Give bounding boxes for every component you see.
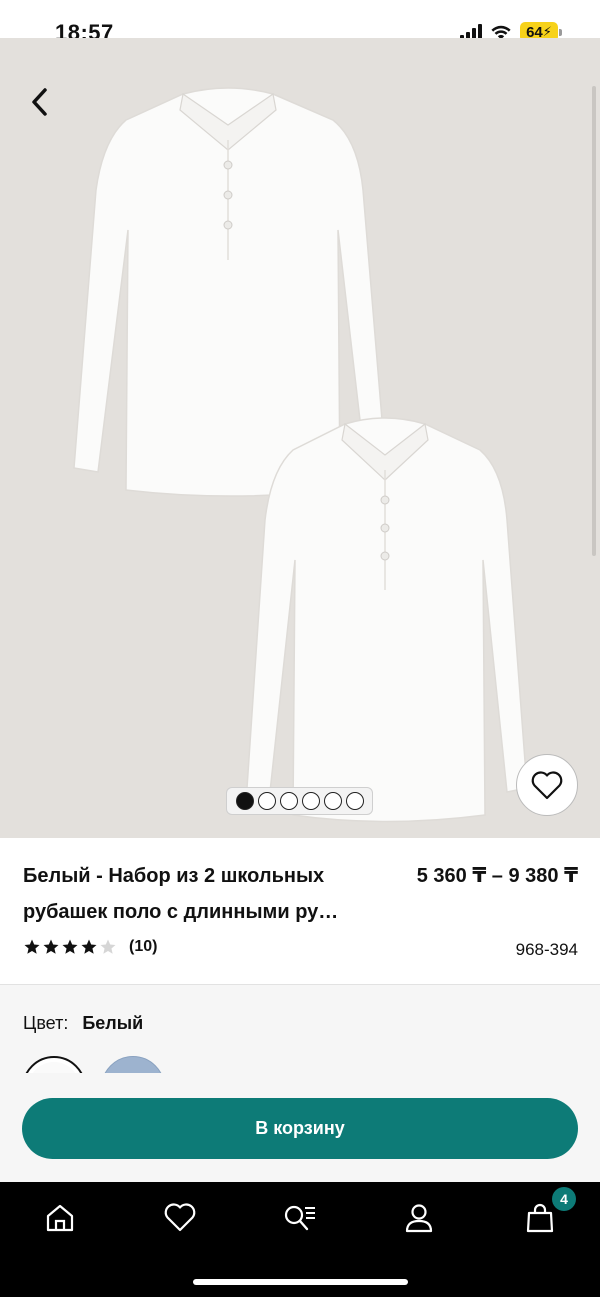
star-icon	[100, 939, 116, 954]
search-list-icon	[284, 1205, 315, 1231]
pager-dot[interactable]	[345, 792, 364, 810]
star-icon	[24, 939, 40, 954]
star-icon	[43, 939, 59, 954]
heart-icon	[531, 771, 563, 800]
product-title: Белый - Набор из 2 школьных рубашек поло…	[23, 858, 383, 930]
product-image-shirt-2	[246, 417, 528, 823]
nav-favorites[interactable]	[156, 1194, 204, 1242]
product-sku: 968-394	[515, 940, 578, 959]
nav-profile[interactable]	[395, 1194, 443, 1242]
add-to-cart-button[interactable]: В корзину	[22, 1098, 578, 1159]
color-swatches	[0, 1050, 600, 1073]
nav-catalog-search[interactable]	[276, 1194, 324, 1242]
chevron-left-icon	[32, 88, 47, 116]
home-indicator	[193, 1279, 408, 1285]
cart-badge: 4	[552, 1187, 576, 1211]
star-icon	[81, 939, 97, 954]
bottom-navigation	[0, 1182, 600, 1297]
color-selector: Цвет: Белый	[23, 1013, 143, 1034]
rating-count: (10)	[129, 938, 158, 955]
pager-dot[interactable]	[279, 792, 298, 810]
status-bar: 18:57 64 ⚡	[0, 0, 600, 45]
home-icon	[46, 1204, 74, 1232]
bag-icon	[526, 1203, 554, 1233]
profile-icon	[405, 1204, 433, 1233]
swatch-blue[interactable]	[101, 1056, 165, 1073]
product-image-gallery[interactable]	[0, 38, 600, 838]
product-title-line-2: рубашек поло с длинными ру…	[23, 901, 339, 923]
color-value: Белый	[82, 1013, 144, 1033]
pager-dot[interactable]	[323, 792, 342, 810]
nav-home[interactable]	[36, 1194, 84, 1242]
favorite-button[interactable]	[516, 754, 578, 816]
heart-icon	[164, 1203, 196, 1232]
star-icon	[62, 939, 78, 954]
pager-dot[interactable]	[257, 792, 276, 810]
swatch-white[interactable]	[22, 1056, 86, 1073]
pager-dot[interactable]	[301, 792, 320, 810]
color-label: Цвет:	[23, 1013, 69, 1033]
rating-stars	[23, 938, 117, 956]
pager-dot[interactable]	[235, 792, 254, 810]
product-price: 5 360 ₸ – 9 380 ₸	[416, 865, 578, 887]
image-pager[interactable]	[226, 787, 373, 815]
product-title-line-1: Белый - Набор из 2 школьных	[23, 865, 325, 887]
product-rating[interactable]: (10)	[23, 938, 157, 956]
back-button[interactable]	[22, 84, 58, 120]
image-scrollbar	[592, 86, 596, 556]
